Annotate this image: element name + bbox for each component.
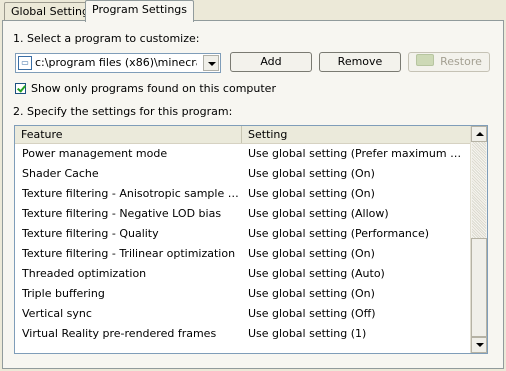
setting-cell[interactable]: Use global setting (Off): [248, 304, 467, 324]
feature-cell: Shader Cache: [22, 167, 99, 180]
table-row[interactable]: Triple buffering Use global setting (On): [15, 284, 471, 304]
feature-cell: Texture filtering - Negative LOD bias: [22, 207, 222, 220]
table-row[interactable]: Texture filtering - Anisotropic sample o…: [15, 184, 471, 204]
setting-cell[interactable]: Use global setting (Allow): [248, 204, 467, 224]
feature-cell: Triple buffering: [22, 287, 105, 300]
column-header-feature[interactable]: Feature: [15, 126, 242, 143]
setting-cell[interactable]: Use global setting (On): [248, 244, 467, 264]
table-row[interactable]: Power management mode Use global setting …: [15, 144, 471, 164]
setting-cell[interactable]: Use global setting (Prefer maximum perfo…: [248, 144, 467, 164]
remove-button[interactable]: Remove: [319, 52, 401, 72]
restore-button[interactable]: Restore: [408, 52, 490, 72]
setting-cell[interactable]: Use global setting (On): [248, 184, 467, 204]
tab-strip: Global Settings Program Settings: [2, 0, 504, 22]
select-program-label: 1. Select a program to customize:: [13, 32, 200, 45]
setting-cell[interactable]: Use global setting (Auto): [248, 264, 467, 284]
program-select[interactable]: ▭ c:\program files (x86)\minecraf...: [15, 53, 221, 73]
feature-cell: Texture filtering - Anisotropic sample o…: [22, 187, 242, 200]
table-row[interactable]: Shader Cache Use global setting (On): [15, 164, 471, 184]
program-select-value: c:\program files (x86)\minecraf...: [35, 56, 197, 69]
tab-program-settings[interactable]: Program Settings: [85, 0, 195, 22]
table-row[interactable]: Threaded optimization Use global setting …: [15, 264, 471, 284]
feature-cell: Texture filtering - Quality: [22, 227, 159, 240]
restore-button-label: Restore: [440, 55, 482, 68]
table-header: Feature Setting: [15, 126, 471, 144]
vertical-scrollbar[interactable]: [470, 126, 487, 353]
add-button[interactable]: Add: [230, 52, 312, 72]
table-row[interactable]: Texture filtering - Negative LOD bias Use…: [15, 204, 471, 224]
table-rows: Power management mode Use global setting …: [15, 144, 471, 344]
chevron-down-icon[interactable]: [203, 55, 219, 71]
feature-cell: Vertical sync: [22, 307, 92, 320]
program-settings-panel: 1. Select a program to customize: ▭ c:\p…: [2, 20, 504, 369]
feature-cell: Virtual Reality pre-rendered frames: [22, 327, 217, 340]
table-row[interactable]: Texture filtering - Quality Use global se…: [15, 224, 471, 244]
show-only-label: Show only programs found on this compute…: [31, 82, 276, 95]
table-row[interactable]: Vertical sync Use global setting (Off): [15, 304, 471, 324]
feature-cell: Texture filtering - Trilinear optimizati…: [22, 247, 236, 260]
scroll-down-icon[interactable]: [471, 337, 487, 353]
column-header-setting[interactable]: Setting: [242, 126, 471, 143]
table-row[interactable]: Virtual Reality pre-rendered frames Use g…: [15, 324, 471, 344]
specify-settings-label: 2. Specify the settings for this program…: [13, 105, 233, 118]
application-icon: ▭: [18, 56, 32, 70]
nvidia-logo-icon: [416, 54, 435, 66]
scrollbar-thumb[interactable]: [471, 238, 487, 337]
setting-cell[interactable]: Use global setting (On): [248, 284, 467, 304]
settings-table[interactable]: Feature Setting Power management mode Use…: [14, 125, 488, 354]
feature-cell: Threaded optimization: [22, 267, 147, 280]
show-only-checkbox[interactable]: [15, 83, 26, 94]
setting-cell[interactable]: Use global setting (1): [248, 324, 467, 344]
setting-cell[interactable]: Use global setting (On): [248, 164, 467, 184]
table-row[interactable]: Texture filtering - Trilinear optimizati…: [15, 244, 471, 264]
feature-cell: Power management mode: [22, 147, 168, 160]
scrollbar-track[interactable]: [472, 142, 486, 238]
setting-cell[interactable]: Use global setting (Performance): [248, 224, 467, 244]
scroll-up-icon[interactable]: [471, 126, 487, 142]
